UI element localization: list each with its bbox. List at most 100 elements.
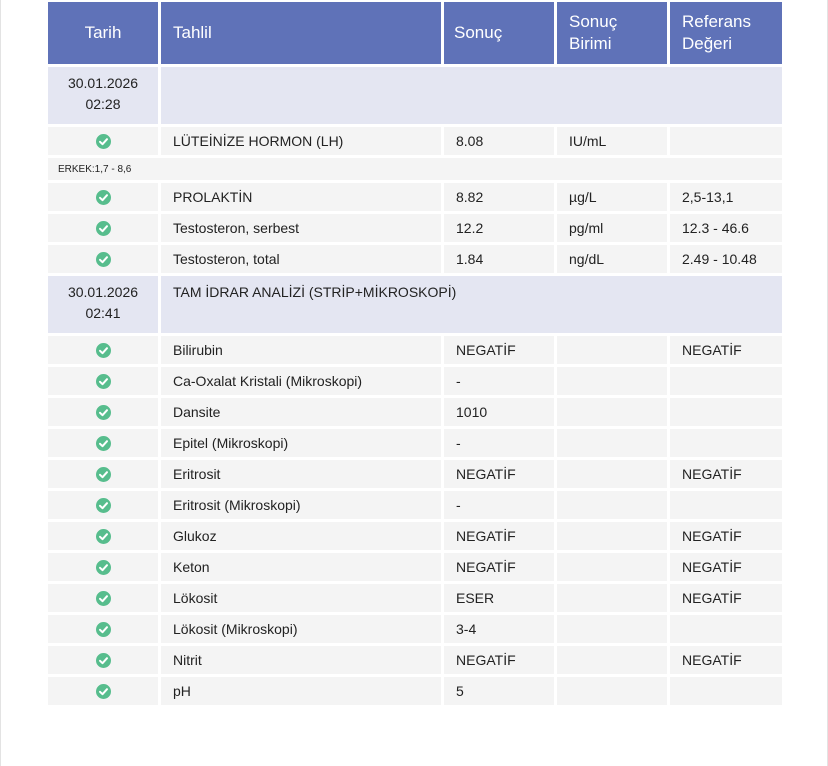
test-name: Glukoz — [161, 522, 441, 550]
test-name: Lökosit — [161, 584, 441, 612]
check-circle-icon — [95, 498, 111, 514]
check-circle-icon — [95, 252, 111, 268]
result-value: - — [444, 429, 554, 457]
test-name: Ca-Oxalat Kristali (Mikroskopi) — [161, 367, 441, 395]
check-circle-icon — [95, 467, 111, 483]
table-row: Nitrit NEGATİF NEGATİF — [48, 646, 782, 674]
status-cell — [48, 336, 158, 364]
column-header-unit: Sonuç Birimi — [557, 2, 667, 64]
result-value: NEGATİF — [444, 646, 554, 674]
check-circle-icon — [95, 560, 111, 576]
result-unit — [557, 615, 667, 643]
status-cell — [48, 646, 158, 674]
column-header-date: Tarih — [48, 2, 158, 64]
test-name: pH — [161, 677, 441, 705]
column-header-result: Sonuç — [444, 2, 554, 64]
status-cell — [48, 214, 158, 242]
result-unit — [557, 522, 667, 550]
lab-results-table: Tarih Tahlil Sonuç Sonuç Birimi Referans… — [45, 0, 785, 708]
status-cell — [48, 460, 158, 488]
results-body: 30.01.2026 02:28 LÜTEİNİZE HORMON (LH) 8.08… — [48, 67, 782, 705]
result-value: NEGATİF — [444, 553, 554, 581]
table-row: Testosteron, serbest 12.2 pg/ml 12.3 - 46.6 — [48, 214, 782, 242]
result-unit — [557, 460, 667, 488]
test-name: Eritrosit (Mikroskopi) — [161, 491, 441, 519]
check-circle-icon — [95, 374, 111, 390]
table-header-row: Tarih Tahlil Sonuç Sonuç Birimi Referans… — [48, 2, 782, 64]
table-row: pH 5 — [48, 677, 782, 705]
status-cell — [48, 398, 158, 426]
check-circle-icon — [95, 405, 111, 421]
table-row: Lökosit (Mikroskopi) 3-4 — [48, 615, 782, 643]
table-row: Dansite 1010 — [48, 398, 782, 426]
reference-value: NEGATİF — [670, 522, 782, 550]
result-value: - — [444, 491, 554, 519]
result-value: NEGATİF — [444, 522, 554, 550]
table-row: Lökosit ESER NEGATİF — [48, 584, 782, 612]
test-name: PROLAKTİN — [161, 183, 441, 211]
result-unit — [557, 398, 667, 426]
result-value: 5 — [444, 677, 554, 705]
group-title: TAM İDRAR ANALİZİ (STRİP+MİKROSKOPİ) — [161, 276, 782, 333]
result-value: 3-4 — [444, 615, 554, 643]
group-date: 30.01.2026 — [67, 75, 139, 91]
table-row: PROLAKTİN 8.82 µg/L 2,5-13,1 — [48, 183, 782, 211]
status-cell — [48, 491, 158, 519]
reference-value — [670, 677, 782, 705]
status-cell — [48, 553, 158, 581]
test-name: Bilirubin — [161, 336, 441, 364]
group-title — [161, 67, 782, 124]
test-name: Epitel (Mikroskopi) — [161, 429, 441, 457]
check-circle-icon — [95, 622, 111, 638]
table-row: Bilirubin NEGATİF NEGATİF — [48, 336, 782, 364]
group-date: 30.01.2026 — [67, 284, 139, 300]
results-page: Tarih Tahlil Sonuç Sonuç Birimi Referans… — [0, 0, 828, 766]
group-time: 02:41 — [85, 305, 121, 321]
test-name: Nitrit — [161, 646, 441, 674]
group-datetime: 30.01.2026 02:41 — [48, 276, 158, 333]
table-row: Glukoz NEGATİF NEGATİF — [48, 522, 782, 550]
table-row: Ca-Oxalat Kristali (Mikroskopi) - — [48, 367, 782, 395]
result-unit — [557, 429, 667, 457]
result-value: NEGATİF — [444, 460, 554, 488]
status-cell — [48, 429, 158, 457]
status-cell — [48, 127, 158, 155]
result-unit — [557, 584, 667, 612]
result-value: 8.08 — [444, 127, 554, 155]
result-value: NEGATİF — [444, 336, 554, 364]
group-datetime: 30.01.2026 02:28 — [48, 67, 158, 124]
test-name: Eritrosit — [161, 460, 441, 488]
reference-value: 2.49 - 10.48 — [670, 245, 782, 273]
test-name: Dansite — [161, 398, 441, 426]
reference-value: NEGATİF — [670, 336, 782, 364]
status-cell — [48, 245, 158, 273]
check-circle-icon — [95, 529, 111, 545]
test-group-row: 30.01.2026 02:41 TAM İDRAR ANALİZİ (STRİP+… — [48, 276, 782, 333]
check-circle-icon — [95, 436, 111, 452]
group-time: 02:28 — [85, 96, 121, 112]
test-name: Testosteron, total — [161, 245, 441, 273]
reference-value: 12.3 - 46.6 — [670, 214, 782, 242]
reference-value — [670, 491, 782, 519]
status-cell — [48, 584, 158, 612]
result-unit — [557, 491, 667, 519]
reference-note: ERKEK:1,7 - 8,6 — [48, 158, 782, 180]
column-header-test: Tahlil — [161, 2, 441, 64]
table-row: Eritrosit NEGATİF NEGATİF — [48, 460, 782, 488]
table-row: Keton NEGATİF NEGATİF — [48, 553, 782, 581]
status-cell — [48, 522, 158, 550]
result-unit — [557, 646, 667, 674]
test-name: Testosteron, serbest — [161, 214, 441, 242]
status-cell — [48, 367, 158, 395]
check-circle-icon — [95, 591, 111, 607]
result-unit: µg/L — [557, 183, 667, 211]
result-unit — [557, 336, 667, 364]
result-value: - — [444, 367, 554, 395]
reference-value — [670, 429, 782, 457]
check-circle-icon — [95, 343, 111, 359]
result-value: 1010 — [444, 398, 554, 426]
table-row: Epitel (Mikroskopi) - — [48, 429, 782, 457]
reference-value: NEGATİF — [670, 646, 782, 674]
reference-value: NEGATİF — [670, 460, 782, 488]
result-unit: pg/ml — [557, 214, 667, 242]
